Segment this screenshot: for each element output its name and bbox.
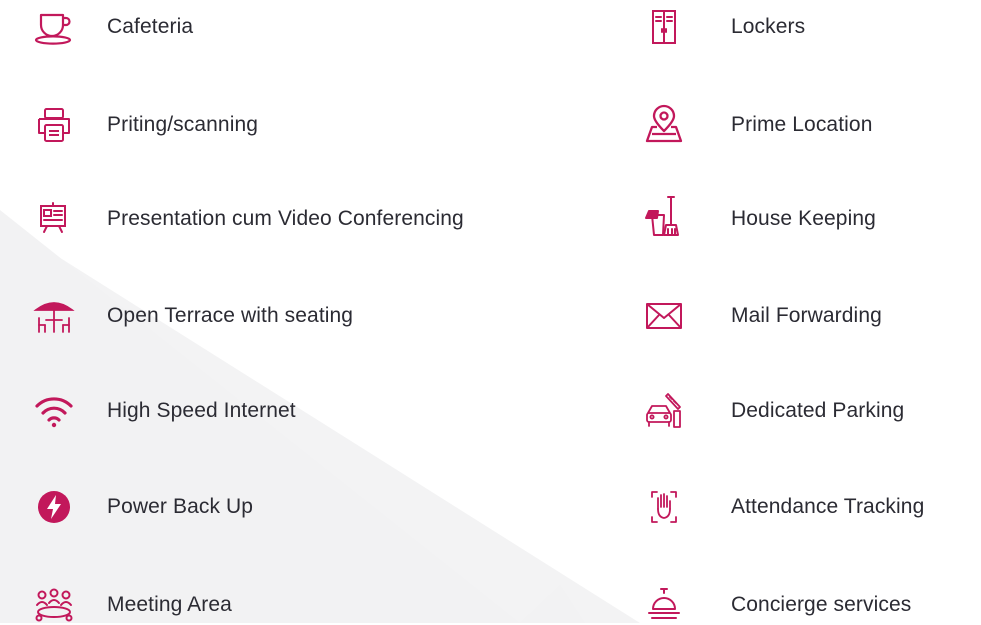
amenity-open-terrace: Open Terrace with seating bbox=[30, 296, 353, 336]
coffee-cup-icon bbox=[30, 7, 78, 47]
amenity-mail-forwarding: Mail Forwarding bbox=[640, 296, 882, 336]
amenity-meeting-area: Meeting Area bbox=[30, 585, 232, 625]
amenity-label: House Keeping bbox=[731, 207, 876, 230]
terrace-umbrella-table-icon bbox=[30, 296, 78, 336]
amenity-concierge: Concierge services bbox=[640, 585, 911, 625]
amenity-label: Lockers bbox=[731, 15, 806, 38]
amenity-label: Mail Forwarding bbox=[731, 304, 882, 327]
service-bell-icon bbox=[640, 585, 688, 625]
amenity-printing: Priting/scanning bbox=[30, 105, 258, 145]
hand-scan-icon bbox=[640, 487, 688, 527]
amenity-label: Presentation cum Video Conferencing bbox=[107, 207, 464, 230]
amenity-lockers: Lockers bbox=[640, 7, 805, 47]
amenity-label: Power Back Up bbox=[107, 495, 254, 518]
amenity-dedicated-parking: Dedicated Parking bbox=[640, 391, 904, 431]
envelope-icon bbox=[640, 296, 688, 336]
locker-icon bbox=[640, 7, 688, 47]
amenity-label: Concierge services bbox=[731, 593, 912, 616]
amenity-prime-location: Prime Location bbox=[640, 104, 873, 145]
amenity-label: Priting/scanning bbox=[107, 113, 259, 136]
amenity-presentation: Presentation cum Video Conferencing bbox=[30, 199, 464, 239]
meeting-people-icon bbox=[30, 585, 78, 625]
amenity-label: Cafeteria bbox=[107, 15, 194, 38]
amenity-cafeteria: Cafeteria bbox=[30, 7, 193, 47]
housekeeping-bucket-mop-icon bbox=[640, 196, 688, 239]
location-pin-map-icon bbox=[640, 104, 688, 145]
power-bolt-icon bbox=[30, 487, 78, 527]
amenity-internet: High Speed Internet bbox=[30, 391, 296, 431]
amenity-label: Prime Location bbox=[731, 113, 873, 136]
amenity-label: Meeting Area bbox=[107, 593, 232, 616]
amenity-house-keeping: House Keeping bbox=[640, 196, 876, 239]
amenity-label: Open Terrace with seating bbox=[107, 304, 354, 327]
parking-car-barrier-icon bbox=[640, 391, 688, 431]
amenity-label: Dedicated Parking bbox=[731, 399, 905, 422]
amenity-attendance-tracking: Attendance Tracking bbox=[640, 487, 924, 527]
wifi-icon bbox=[30, 391, 78, 431]
amenity-label: High Speed Internet bbox=[107, 399, 296, 422]
amenity-power-backup: Power Back Up bbox=[30, 487, 253, 527]
presentation-board-icon bbox=[30, 199, 78, 239]
printer-icon bbox=[30, 105, 78, 145]
amenity-label: Attendance Tracking bbox=[731, 495, 925, 518]
